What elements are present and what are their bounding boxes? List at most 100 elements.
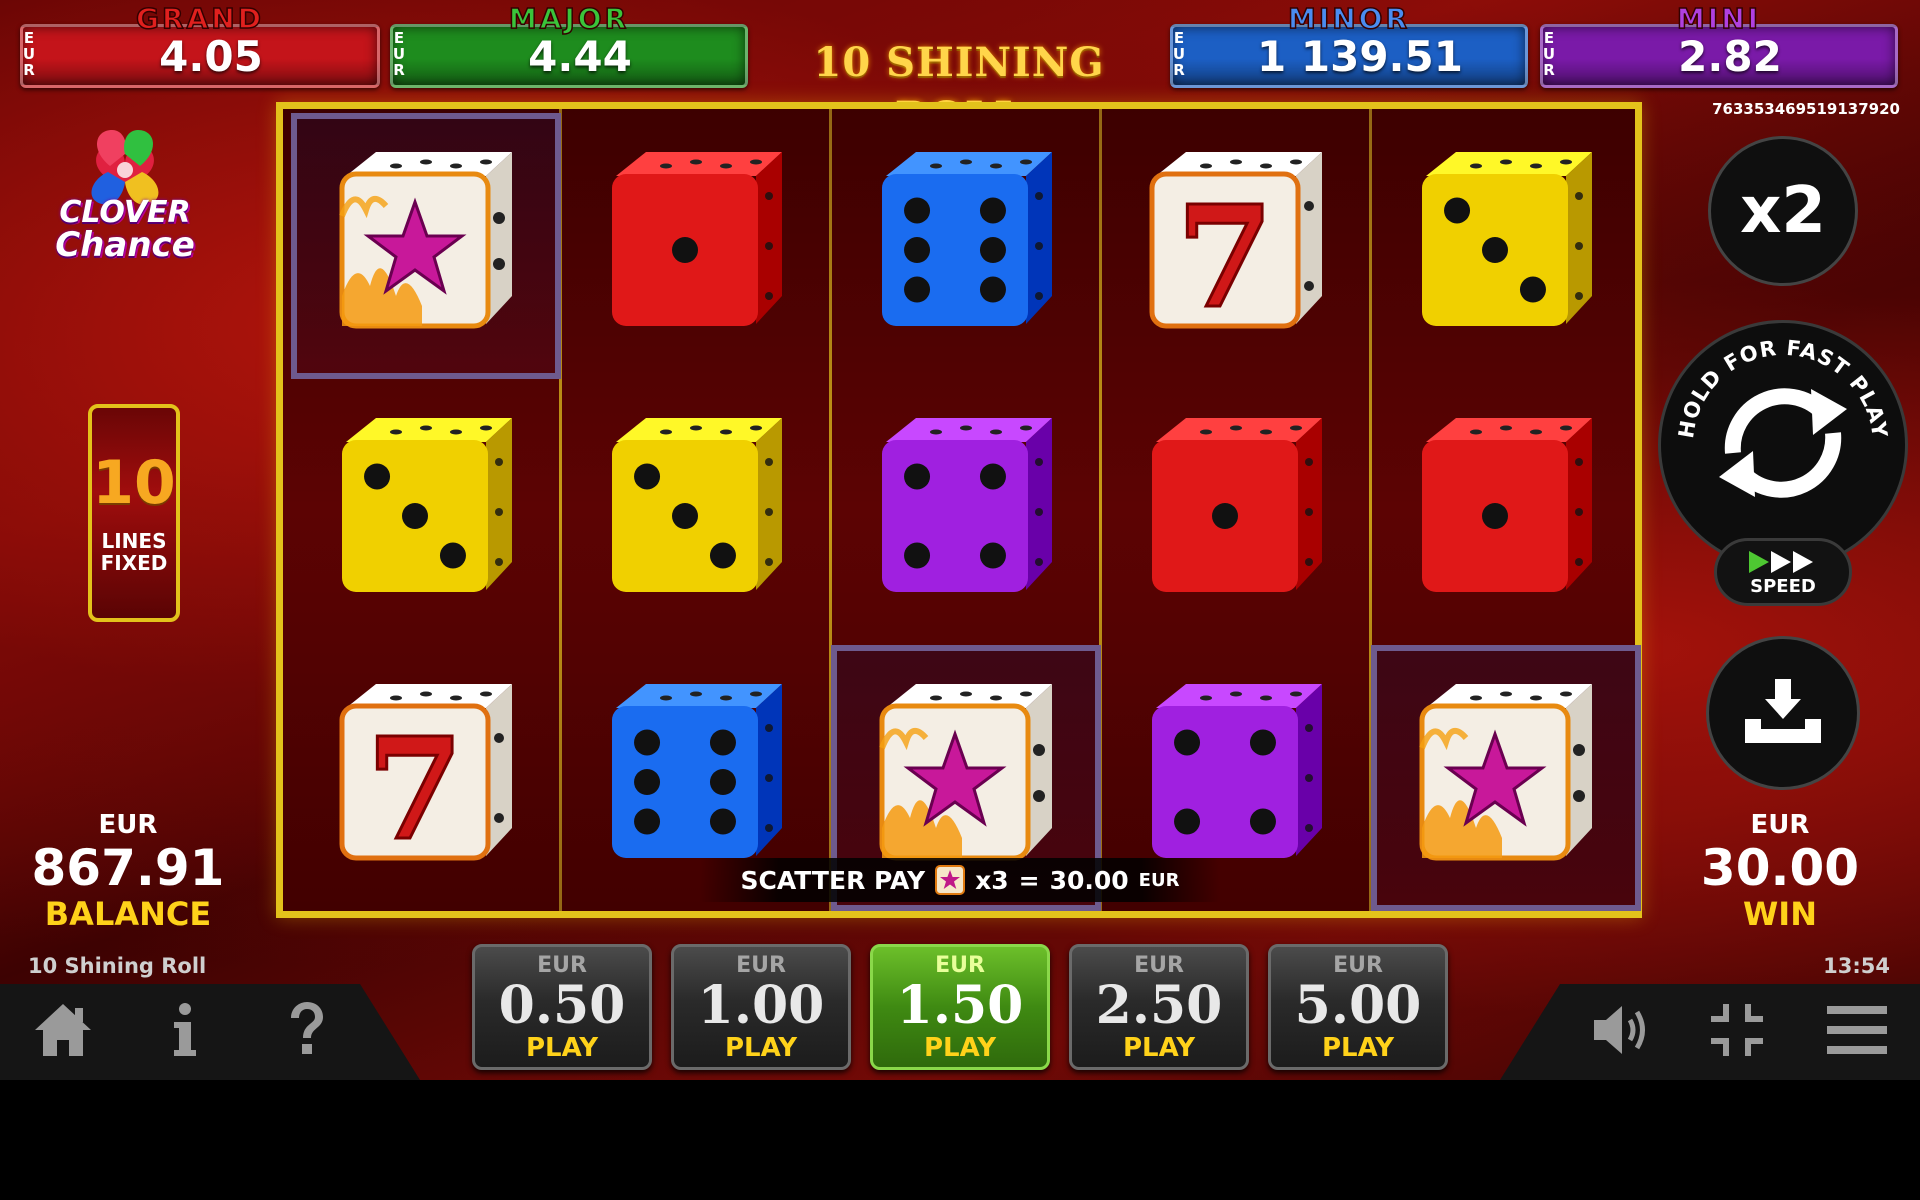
bet-value: 1.50 (896, 975, 1024, 1036)
jackpot-value: 4.44 (528, 31, 632, 81)
reel-cell (1371, 645, 1641, 911)
speed-button[interactable]: SPEED (1714, 538, 1852, 606)
seven-symbol-icon: 7 (339, 684, 512, 874)
info-button[interactable] (150, 998, 220, 1062)
die-purple-4-icon (1152, 684, 1322, 858)
jackpot-currency-text: EUR (22, 29, 36, 79)
reel-cell (1371, 379, 1641, 645)
jackpot-currency-text: EUR (1172, 29, 1186, 79)
bet-play-label: PLAY (1122, 1033, 1196, 1063)
balance-label: BALANCE (44, 895, 212, 933)
jackpot-currency-text: EUR (392, 29, 406, 79)
scatter-star-icon (879, 684, 1052, 861)
jackpot-major: MAJOR EUR 4.44 (390, 1, 748, 88)
jackpot-currency: EUR (1172, 30, 1188, 78)
speaker-icon (1594, 1006, 1645, 1054)
die-blue-6-icon (612, 684, 782, 858)
jackpot-mini: MINI EUR 2.82 (1540, 1, 1898, 88)
scatter-star-icon (935, 865, 966, 895)
jackpot-value: 1 139.51 (1257, 31, 1463, 81)
collect-button[interactable] (1706, 636, 1860, 790)
win-currency: EUR (1750, 810, 1810, 840)
lines-number: 10 (92, 448, 176, 518)
game-round-id: 763353469519137920 (1712, 100, 1900, 118)
collect-icon (1745, 679, 1821, 743)
spin-caption: HOLD FOR FAST PLAY (1674, 336, 1891, 440)
home-icon (35, 1004, 91, 1056)
bet-play-label: PLAY (525, 1033, 599, 1063)
reel-cell (1371, 113, 1641, 379)
bet-play-label: PLAY (724, 1033, 798, 1063)
bet-button[interactable]: EUR 1.50 PLAY (870, 944, 1050, 1070)
clover-logo-text: CLOVER Chance (40, 195, 210, 265)
die-red-1-icon (1422, 418, 1592, 592)
game-name-label: 10 Shining Roll (28, 954, 207, 978)
lines-label: LINES FIXED (92, 530, 176, 574)
bet-value: 0.50 (498, 975, 626, 1036)
bet-button[interactable]: EUR 1.00 PLAY (671, 944, 851, 1070)
jackpot-currency-text: EUR (1542, 29, 1556, 79)
svg-text:HOLD FOR FAST PLAY: HOLD FOR FAST PLAY (1674, 336, 1892, 440)
svg-text:7: 7 (1176, 176, 1273, 340)
bet-value: 2.50 (1095, 975, 1223, 1036)
jackpot-currency: EUR (1542, 30, 1558, 78)
multiplier-button[interactable]: x2 (1708, 136, 1858, 286)
scatter-star-icon (1419, 684, 1592, 861)
scatter-pay-label: SCATTER PAY (740, 865, 926, 895)
reel-cell (291, 379, 561, 645)
bet-button[interactable]: EUR 5.00 PLAY (1268, 944, 1448, 1070)
bet-play-label: PLAY (1321, 1033, 1395, 1063)
bet-value: 1.00 (697, 975, 825, 1036)
jackpot-grand: GRAND EUR 4.05 (20, 1, 380, 88)
die-yellow-3-icon (1422, 152, 1592, 326)
scatter-pay-equals: = (1018, 865, 1040, 895)
menu-icon (1827, 1006, 1887, 1054)
jackpot-value: 2.82 (1678, 31, 1782, 81)
reel-cell: 7 (1101, 113, 1371, 379)
fullscreen-button[interactable] (1702, 998, 1772, 1062)
clover-chance-logo: CLOVER Chance (40, 120, 210, 290)
jackpot-currency: EUR (392, 30, 408, 78)
fast-forward-icon (1749, 551, 1813, 573)
die-yellow-3-icon (612, 418, 782, 592)
scatter-pay-count: x3 (975, 865, 1009, 895)
reel-cell (1101, 379, 1371, 645)
die-blue-6-icon (882, 152, 1052, 326)
reel-cell (561, 113, 831, 379)
die-purple-4-icon (882, 418, 1052, 592)
game-title-logo: 10 SHINING ROLL (813, 39, 1105, 140)
logo-line2: Chance (55, 225, 195, 265)
die-red-1-icon (612, 152, 782, 326)
scatter-pay-amount: 30.00 (1049, 865, 1129, 895)
bet-button[interactable]: EUR 0.50 PLAY (472, 944, 652, 1070)
logo-line1: CLOVER (59, 195, 191, 230)
menu-button[interactable] (1822, 998, 1892, 1062)
help-button[interactable] (272, 998, 342, 1062)
seven-symbol-icon: 7 (1149, 152, 1322, 342)
home-button[interactable] (28, 998, 98, 1062)
reel-cell (561, 379, 831, 645)
lines-fixed-badge: 10 LINES FIXED (88, 404, 180, 622)
lines-label-line1: LINES (101, 529, 167, 553)
bet-value: 5.00 (1294, 975, 1422, 1036)
sound-button[interactable] (1588, 998, 1658, 1062)
reels-grid: 77 (276, 102, 1642, 918)
die-red-1-icon (1152, 418, 1322, 592)
reel-cell: 7 (291, 645, 561, 911)
spin-button[interactable]: HOLD FOR FAST PLAY (1658, 320, 1908, 570)
scatter-pay-message: SCATTER PAY x3 = 30.00 EUR (700, 858, 1220, 902)
balance-value: 867.91 (31, 839, 225, 897)
reel-cell (831, 113, 1101, 379)
letterbox (0, 1080, 1920, 1200)
reel-cell (831, 379, 1101, 645)
scatter-pay-currency: EUR (1138, 869, 1180, 891)
info-icon (174, 1003, 196, 1056)
lines-label-line2: FIXED (100, 551, 168, 575)
jackpot-value: 4.05 (159, 31, 263, 81)
jackpot-minor: MINOR EUR 1 139.51 (1170, 1, 1528, 88)
win-label: WIN (1743, 895, 1817, 933)
help-icon (291, 1002, 323, 1054)
clock: 13:54 (1823, 954, 1890, 978)
jackpot-currency: EUR (22, 30, 38, 78)
bet-button[interactable]: EUR 2.50 PLAY (1069, 944, 1249, 1070)
